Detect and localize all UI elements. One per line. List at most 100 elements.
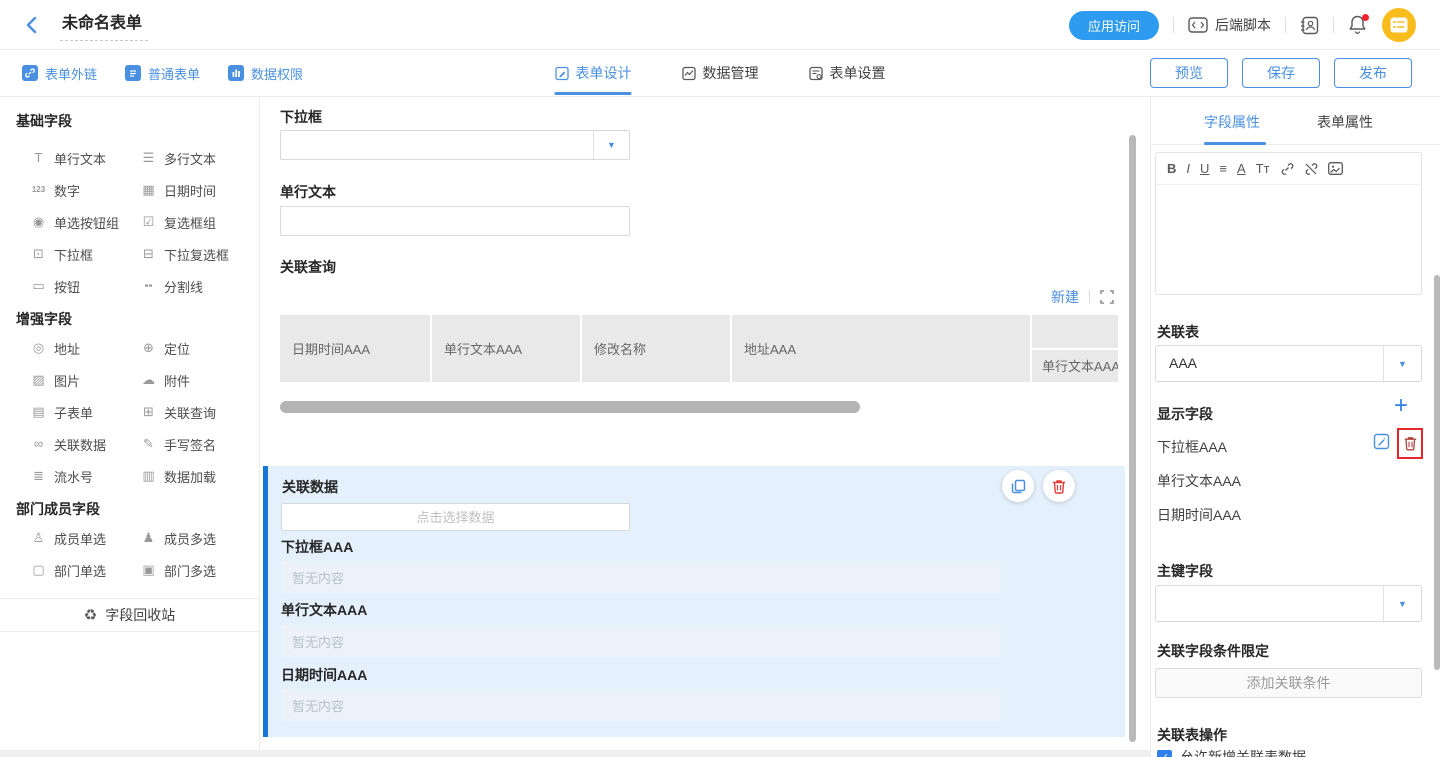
section-enhanced-fields: 增强字段 [16,309,72,329]
header-divider [1285,17,1286,33]
add-condition-button[interactable]: 添加关联条件 [1155,668,1422,698]
item-label: 数字 [54,181,80,200]
font-size-icon[interactable]: Tᴛ [1256,161,1270,176]
lookup-new-link[interactable]: 新建 [1051,287,1079,307]
panel-vertical-scrollbar[interactable] [1434,275,1440,670]
editor-toolbar: B I U ≡ A Tᴛ [1156,153,1421,185]
edit-field-button[interactable] [1373,433,1390,450]
table-horizontal-scrollbar[interactable] [280,401,860,413]
related-data-widget[interactable]: 关联数据 下拉框AAA 暂无内容 单行文本AAA 暂无内容 日期时间AAA 暂无… [263,466,1125,737]
display-field-row: 单行文本AAA [1157,471,1241,491]
tab-form-properties[interactable]: 表单属性 [1317,112,1373,132]
sidebar-item-location[interactable]: ⊕定位 [140,340,190,356]
underline-icon[interactable]: U [1200,161,1209,176]
delete-field-button[interactable] [1404,436,1417,451]
single-line-text-icon: T [30,151,47,165]
sidebar-item-attachment[interactable]: ☁附件 [140,372,190,388]
primary-key-select[interactable]: ▼ [1155,585,1422,622]
copy-widget-button[interactable] [1002,470,1034,502]
dropdown-field-input[interactable]: ▼ [280,130,630,160]
sidebar-item-subform[interactable]: ▤子表单 [30,404,93,420]
text-field-input[interactable] [280,206,630,236]
sidebar-item-dept-multi[interactable]: ▣部门多选 [140,562,216,578]
normal-form-item[interactable]: 普通表单 [125,64,200,83]
rich-text-editor[interactable]: B I U ≡ A Tᴛ [1155,152,1422,295]
active-tab-underline [1204,142,1266,145]
remove-link-icon[interactable] [1304,162,1318,176]
dropdown-field-label: 下拉框 [280,107,322,127]
trash-icon [1404,436,1417,451]
sidebar-item-number[interactable]: 123 数字 [30,182,80,198]
insert-link-icon[interactable] [1280,162,1294,176]
sidebar-item-address[interactable]: ◎地址 [30,340,80,356]
dept-multi-icon: ▣ [140,563,157,577]
user-avatar[interactable] [1382,8,1416,42]
app-access-button[interactable]: 应用访问 [1069,11,1159,40]
sidebar-item-button[interactable]: ▭ 按钮 [30,278,80,294]
related-field-label: 日期时间AAA [281,665,367,685]
tab-form-design[interactable]: 表单设计 [555,50,632,96]
number-icon: 123 [30,183,47,197]
sidebar-item-serial-number[interactable]: ≣流水号 [30,468,93,484]
item-label: 复选框组 [164,213,216,232]
expand-icon[interactable] [1100,290,1114,304]
bold-icon[interactable]: B [1167,161,1176,176]
sidebar-item-datetime[interactable]: ▦日期时间 [140,182,216,198]
delete-widget-button[interactable] [1043,470,1075,502]
item-label: 关联查询 [164,403,216,422]
publish-button[interactable]: 发布 [1334,58,1412,88]
form-external-link[interactable]: 表单外链 [22,64,97,83]
data-permission-item[interactable]: 数据权限 [228,64,303,83]
tab-data-management[interactable]: 数据管理 [682,50,759,96]
sidebar-item-dropdown-multi[interactable]: ⊟下拉复选框 [140,246,229,262]
sidebar-item-member-multi[interactable]: ♟成员多选 [140,530,216,546]
sidebar-item-lookup-query[interactable]: ⊞关联查询 [140,404,216,420]
back-button[interactable] [26,14,46,36]
recycle-icon: ♻ [84,606,97,624]
form-title[interactable]: 未命名表单 [60,9,148,41]
sidebar-item-image[interactable]: ▨图片 [30,372,80,388]
insert-image-icon[interactable] [1328,162,1343,175]
checkbox-checked-icon[interactable]: ✓ [1157,750,1172,757]
field-recycle-bin[interactable]: ♻ 字段回收站 [0,598,259,632]
add-display-field-button[interactable]: + [1394,394,1408,418]
divider-field-icon: ╍ [140,279,157,293]
backend-script-button[interactable]: 后端脚本 [1188,15,1271,35]
align-icon[interactable]: ≡ [1219,161,1227,176]
sidebar-item-dept-single[interactable]: ▢部门单选 [30,562,106,578]
notifications-button[interactable] [1348,14,1368,36]
form-external-link-label: 表单外链 [45,64,97,83]
address-book-button[interactable] [1300,16,1319,35]
sidebar-item-dropdown[interactable]: ⊡下拉框 [30,246,93,262]
preview-button[interactable]: 预览 [1150,58,1228,88]
data-picker-input[interactable] [281,503,630,531]
data-load-icon: ▥ [140,469,157,483]
item-label: 按钮 [54,277,80,296]
related-table-select[interactable]: AAA ▼ [1155,345,1422,382]
allow-add-row[interactable]: ✓ 允许新增关联表数据 [1157,747,1306,757]
tab-field-properties[interactable]: 字段属性 [1204,112,1260,132]
sidebar-item-data-load[interactable]: ▥数据加载 [140,468,216,484]
editor-content[interactable] [1156,185,1421,294]
sidebar-item-signature[interactable]: ✎手写签名 [140,436,216,452]
sidebar-item-related-data[interactable]: ∞关联数据 [30,436,106,452]
sidebar-item-radio-group[interactable]: ◉单选按钮组 [30,214,119,230]
font-color-icon[interactable]: A [1237,161,1246,176]
tab-form-settings[interactable]: 表单设置 [809,50,886,96]
section-member-fields: 部门成员字段 [16,499,100,519]
item-label: 多行文本 [164,149,216,168]
location-icon: ⊕ [140,341,157,355]
sidebar-item-divider[interactable]: ╍分割线 [140,278,203,294]
sidebar-item-single-line-text[interactable]: T单行文本 [30,150,106,166]
italic-icon[interactable]: I [1186,161,1190,176]
notification-dot [1362,14,1369,21]
condition-label: 关联字段条件限定 [1157,641,1269,661]
sidebar-item-member-single[interactable]: ♙成员单选 [30,530,106,546]
tab-form-settings-label: 表单设置 [830,63,886,83]
sidebar-item-multi-line-text[interactable]: ☰多行文本 [140,150,216,166]
button-field-icon: ▭ [30,279,47,293]
image-icon: ▨ [30,373,47,387]
save-button[interactable]: 保存 [1242,58,1320,88]
canvas-vertical-scrollbar[interactable] [1129,135,1136,742]
sidebar-item-checkbox-group[interactable]: ☑复选框组 [140,214,216,230]
